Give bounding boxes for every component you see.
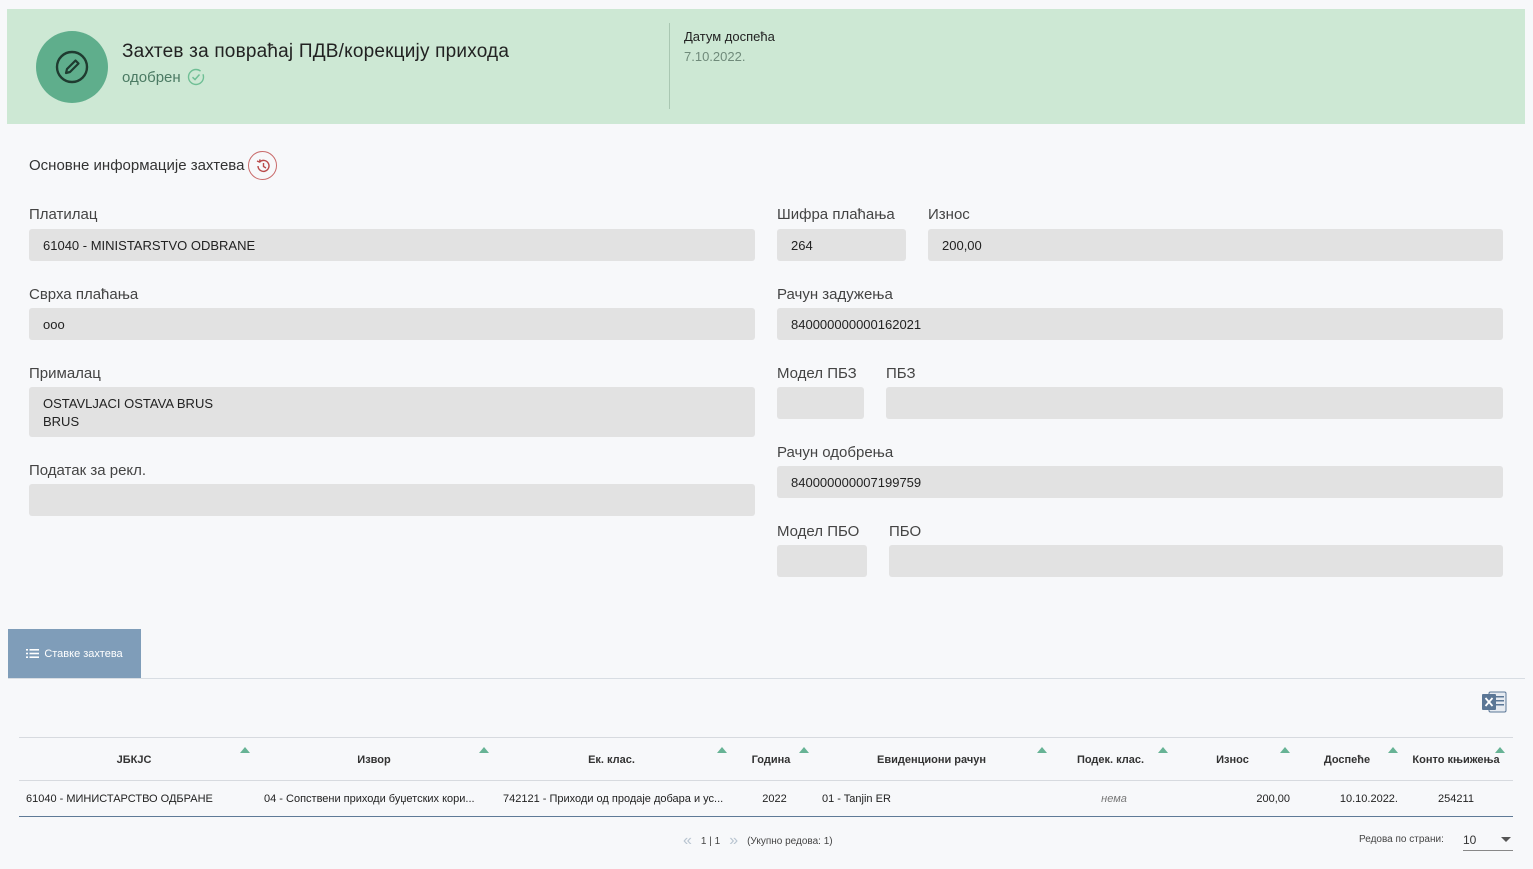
status-badge: одобрен	[122, 68, 205, 86]
payment-code-field[interactable]: 264	[777, 229, 906, 261]
model-pbz-label: Модел ПБЗ	[777, 365, 857, 382]
col-ec-class[interactable]: Ек. клас.	[499, 738, 724, 782]
payment-code-label: Шифра плаћања	[777, 206, 895, 223]
pencil-icon	[55, 50, 89, 84]
col-source[interactable]: Извор	[259, 738, 489, 782]
previous-page-icon[interactable]: «	[683, 833, 692, 849]
cell-source: 04 - Сопствени приходи буџетских кори...	[264, 793, 475, 805]
due-date-label: Датум доспећа	[684, 29, 775, 44]
pbo-field[interactable]	[889, 545, 1503, 577]
model-pbz-field[interactable]	[777, 387, 864, 419]
sort-arrow-icon[interactable]	[1037, 747, 1047, 753]
model-pbo-label: Модел ПБО	[777, 523, 860, 540]
credit-account-field[interactable]: 840000000007199759	[777, 466, 1503, 498]
amount-field[interactable]: 200,00	[928, 229, 1503, 261]
page-indicator: 1 | 1	[700, 835, 721, 847]
col-year[interactable]: Година	[739, 738, 803, 782]
request-header: Захтев за повраћај ПДВ/корекцију прихода…	[7, 9, 1525, 124]
col-booking-account[interactable]: Конто књижења	[1411, 738, 1501, 782]
rows-per-page-label: Редова по страни:	[1359, 834, 1444, 845]
tab-divider	[8, 678, 1525, 679]
complaint-data-field[interactable]	[29, 484, 755, 516]
sort-arrow-icon[interactable]	[1495, 747, 1505, 753]
pbo-label: ПБО	[889, 523, 922, 540]
chevron-down-icon	[1501, 836, 1511, 842]
total-rows: (Укупно редова: 1)	[747, 835, 833, 847]
sort-arrow-icon[interactable]	[799, 747, 809, 753]
page-title: Захтев за повраћај ПДВ/корекцију прихода	[122, 41, 510, 62]
recipient-label: Прималац	[29, 365, 101, 382]
table-row[interactable]: 61040 - МИНИСТАРСТВО ОДБРАНЕ 04 - Сопств…	[19, 781, 1513, 817]
sort-arrow-icon[interactable]	[1158, 747, 1168, 753]
list-icon	[26, 649, 40, 658]
payer-label: Платилац	[29, 206, 98, 223]
payer-field[interactable]: 61040 - MINISTARSTVO ODBRANE	[29, 229, 755, 261]
tab-request-items[interactable]: Ставке захтева	[8, 629, 141, 678]
status-text: одобрен	[122, 68, 181, 86]
sort-arrow-icon[interactable]	[240, 747, 250, 753]
rows-per-page-value: 10	[1463, 832, 1477, 847]
tab-request-items-label: Ставке захтева	[44, 647, 123, 660]
section-title-text: Основне информације захтева	[29, 157, 245, 174]
export-excel-button[interactable]	[1481, 690, 1507, 714]
col-record-account[interactable]: Евиденциони рачун	[819, 738, 1044, 782]
edit-avatar	[36, 31, 108, 103]
due-date-value: 7.10.2022.	[684, 49, 746, 64]
sort-arrow-icon[interactable]	[479, 747, 489, 753]
table-header: ЈБКЈС Извор Ек. клас. Година Евиденциони…	[19, 737, 1513, 781]
cell-booking-account: 254211	[1438, 793, 1474, 805]
cell-year: 2022	[762, 793, 787, 805]
next-page-icon[interactable]: »	[729, 833, 738, 849]
cell-due: 10.10.2022.	[1339, 793, 1398, 805]
cell-ec-class: 742121 - Приходи од продаје добара и ус.…	[503, 793, 724, 805]
header-divider	[669, 23, 670, 109]
purpose-label: Сврха плаћања	[29, 286, 139, 303]
cell-amount: 200,00	[1256, 793, 1290, 805]
amount-label: Износ	[928, 206, 970, 223]
col-jbkjs[interactable]: ЈБКЈС	[19, 738, 249, 782]
purpose-field[interactable]: ooo	[29, 308, 755, 340]
complaint-data-label: Податак за рекл.	[29, 462, 147, 479]
cell-record-account: 01 - Tanjin ER	[822, 793, 891, 805]
rows-per-page-select[interactable]: 10	[1463, 829, 1513, 851]
pagination: « 1 | 1 » (Укупно редова: 1)	[683, 832, 833, 850]
debit-account-label: Рачун задужења	[777, 286, 893, 303]
credit-account-label: Рачун одобрења	[777, 444, 894, 461]
check-circle-icon	[187, 68, 204, 86]
sort-arrow-icon[interactable]	[1280, 747, 1290, 753]
section-title: Основне информације захтева	[29, 151, 278, 180]
col-subec-class[interactable]: Подек. клас.	[1059, 738, 1162, 782]
pbz-field[interactable]	[886, 387, 1503, 419]
debit-account-field[interactable]: 840000000000162021	[777, 308, 1503, 340]
col-amount[interactable]: Износ	[1179, 738, 1286, 782]
col-due[interactable]: Доспеће	[1299, 738, 1395, 782]
model-pbo-field[interactable]	[777, 545, 867, 577]
history-icon	[256, 158, 270, 172]
excel-icon	[1482, 691, 1507, 713]
cell-subec-class: нема	[1101, 793, 1127, 805]
history-button[interactable]	[248, 151, 278, 180]
recipient-field[interactable]: OSTAVLJACI OSTAVA BRUS BRUS	[29, 387, 755, 437]
pbz-label: ПБЗ	[886, 365, 916, 382]
sort-arrow-icon[interactable]	[1388, 747, 1398, 753]
sort-arrow-icon[interactable]	[717, 747, 727, 753]
cell-jbkjs: 61040 - МИНИСТАРСТВО ОДБРАНЕ	[26, 793, 213, 805]
